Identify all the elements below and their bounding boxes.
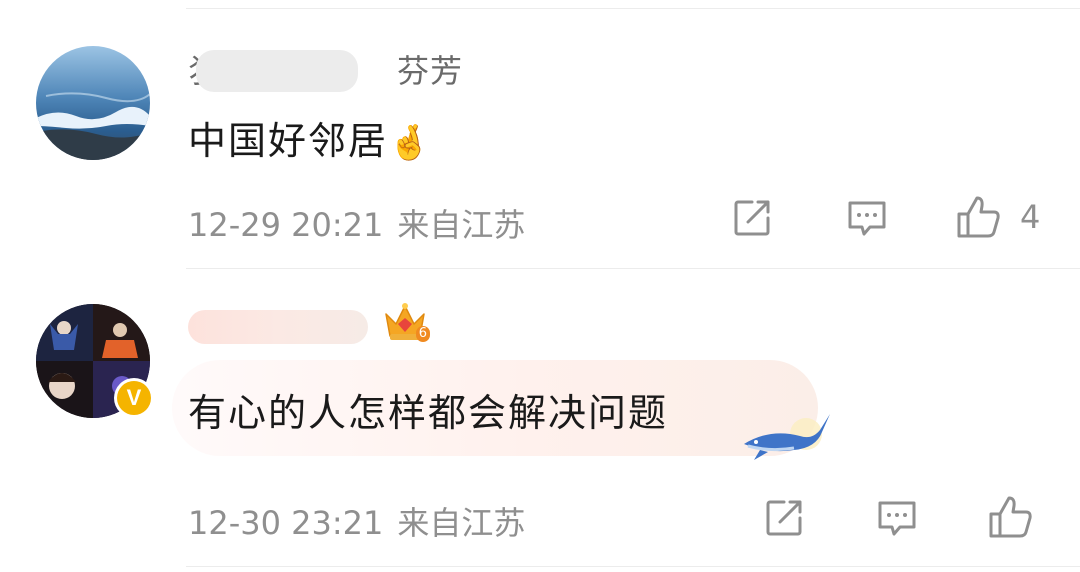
share-icon xyxy=(766,500,802,536)
comment-item-2: V 6 有心的人怎样都会解决问题 12-30 23:21 来自江苏 xyxy=(0,268,1080,568)
like-button[interactable]: 4 xyxy=(956,194,1040,240)
share-button[interactable] xyxy=(732,198,772,238)
comment-icon xyxy=(848,201,886,236)
location: 来自江苏 xyxy=(397,504,526,542)
thumbs-up-icon xyxy=(957,196,1000,238)
timestamp: 12-30 23:21 xyxy=(188,504,384,542)
comment-text: 有心的人怎样都会解决问题 xyxy=(188,391,669,435)
timestamp: 12-29 20:21 xyxy=(188,206,384,244)
username-blur-mask xyxy=(196,50,358,92)
crown-badge: 6 xyxy=(382,300,430,344)
like-count: 4 xyxy=(1020,198,1041,236)
like-button[interactable] xyxy=(988,494,1034,540)
share-button[interactable] xyxy=(764,498,804,538)
whale-icon xyxy=(744,414,830,460)
verified-icon: V xyxy=(117,381,151,415)
whale-decoration xyxy=(740,400,832,468)
reply-button[interactable] xyxy=(846,198,888,238)
comment-text-body: 中国好邻居 xyxy=(188,119,389,163)
finger-heart-emoji: 🤞 xyxy=(388,123,433,163)
comment-icon xyxy=(878,501,916,536)
username-blur-mask[interactable] xyxy=(188,310,368,344)
share-icon xyxy=(734,200,770,236)
badge-level: 6 xyxy=(415,326,430,342)
username-visible: 芬芳 xyxy=(397,52,464,90)
comment-text: 中国好邻居🤞 xyxy=(188,110,432,165)
bottom-divider xyxy=(186,566,1080,567)
reply-button[interactable] xyxy=(876,498,918,538)
comment-meta: 12-29 20:21 来自江苏 xyxy=(188,200,525,246)
avatar[interactable] xyxy=(36,46,150,160)
thumbs-up-icon xyxy=(989,496,1032,538)
comment-meta: 12-30 23:21 来自江苏 xyxy=(188,498,525,544)
verified-badge: V xyxy=(114,378,154,418)
location: 来自江苏 xyxy=(397,206,526,244)
comment-item-1: 犭芬芳 中国好邻居🤞 12-29 20:21来自江苏 4 xyxy=(0,0,1080,268)
